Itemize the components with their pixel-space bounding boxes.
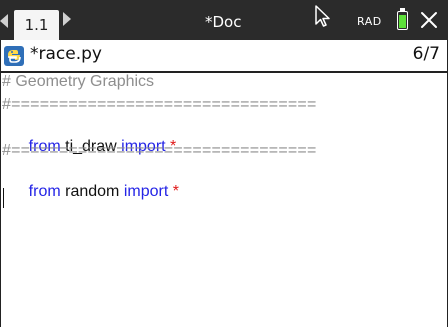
close-icon[interactable] xyxy=(419,10,439,30)
keyword-from: from xyxy=(28,183,61,200)
line-counter: 6/7 xyxy=(412,44,440,64)
module-name: random xyxy=(60,183,124,200)
angle-mode-indicator: RAD xyxy=(357,15,382,28)
python-file-icon xyxy=(4,46,24,66)
import-star: * xyxy=(168,183,179,200)
text-cursor xyxy=(3,188,4,208)
code-line-2: #================================ xyxy=(2,96,317,113)
top-bar: 1.1 *Doc RAD xyxy=(0,0,448,40)
code-line-4: #================================ xyxy=(2,142,317,159)
document-title: *Doc xyxy=(205,13,242,31)
file-bar: *race.py 6/7 xyxy=(0,40,448,73)
code-line-1: # Geometry Graphics xyxy=(2,73,155,90)
tab-page[interactable]: 1.1 xyxy=(14,10,59,40)
battery-level xyxy=(399,15,406,28)
file-name: *race.py xyxy=(30,44,102,64)
code-line-3: from ti_draw import * xyxy=(2,120,177,155)
mouse-pointer-icon xyxy=(315,5,330,27)
keyword-import: import xyxy=(123,183,169,200)
calculator-screen: 1.1 *Doc RAD *race.py 6/7 # Geometry Gra… xyxy=(0,0,448,327)
battery-icon xyxy=(397,11,408,30)
triangle-right-icon[interactable] xyxy=(63,12,71,26)
tab-label: 1.1 xyxy=(24,16,49,34)
code-editor[interactable]: # Geometry Graphics #===================… xyxy=(0,73,448,327)
triangle-left-icon[interactable] xyxy=(0,14,8,28)
code-line-5: from random import * xyxy=(2,165,179,200)
